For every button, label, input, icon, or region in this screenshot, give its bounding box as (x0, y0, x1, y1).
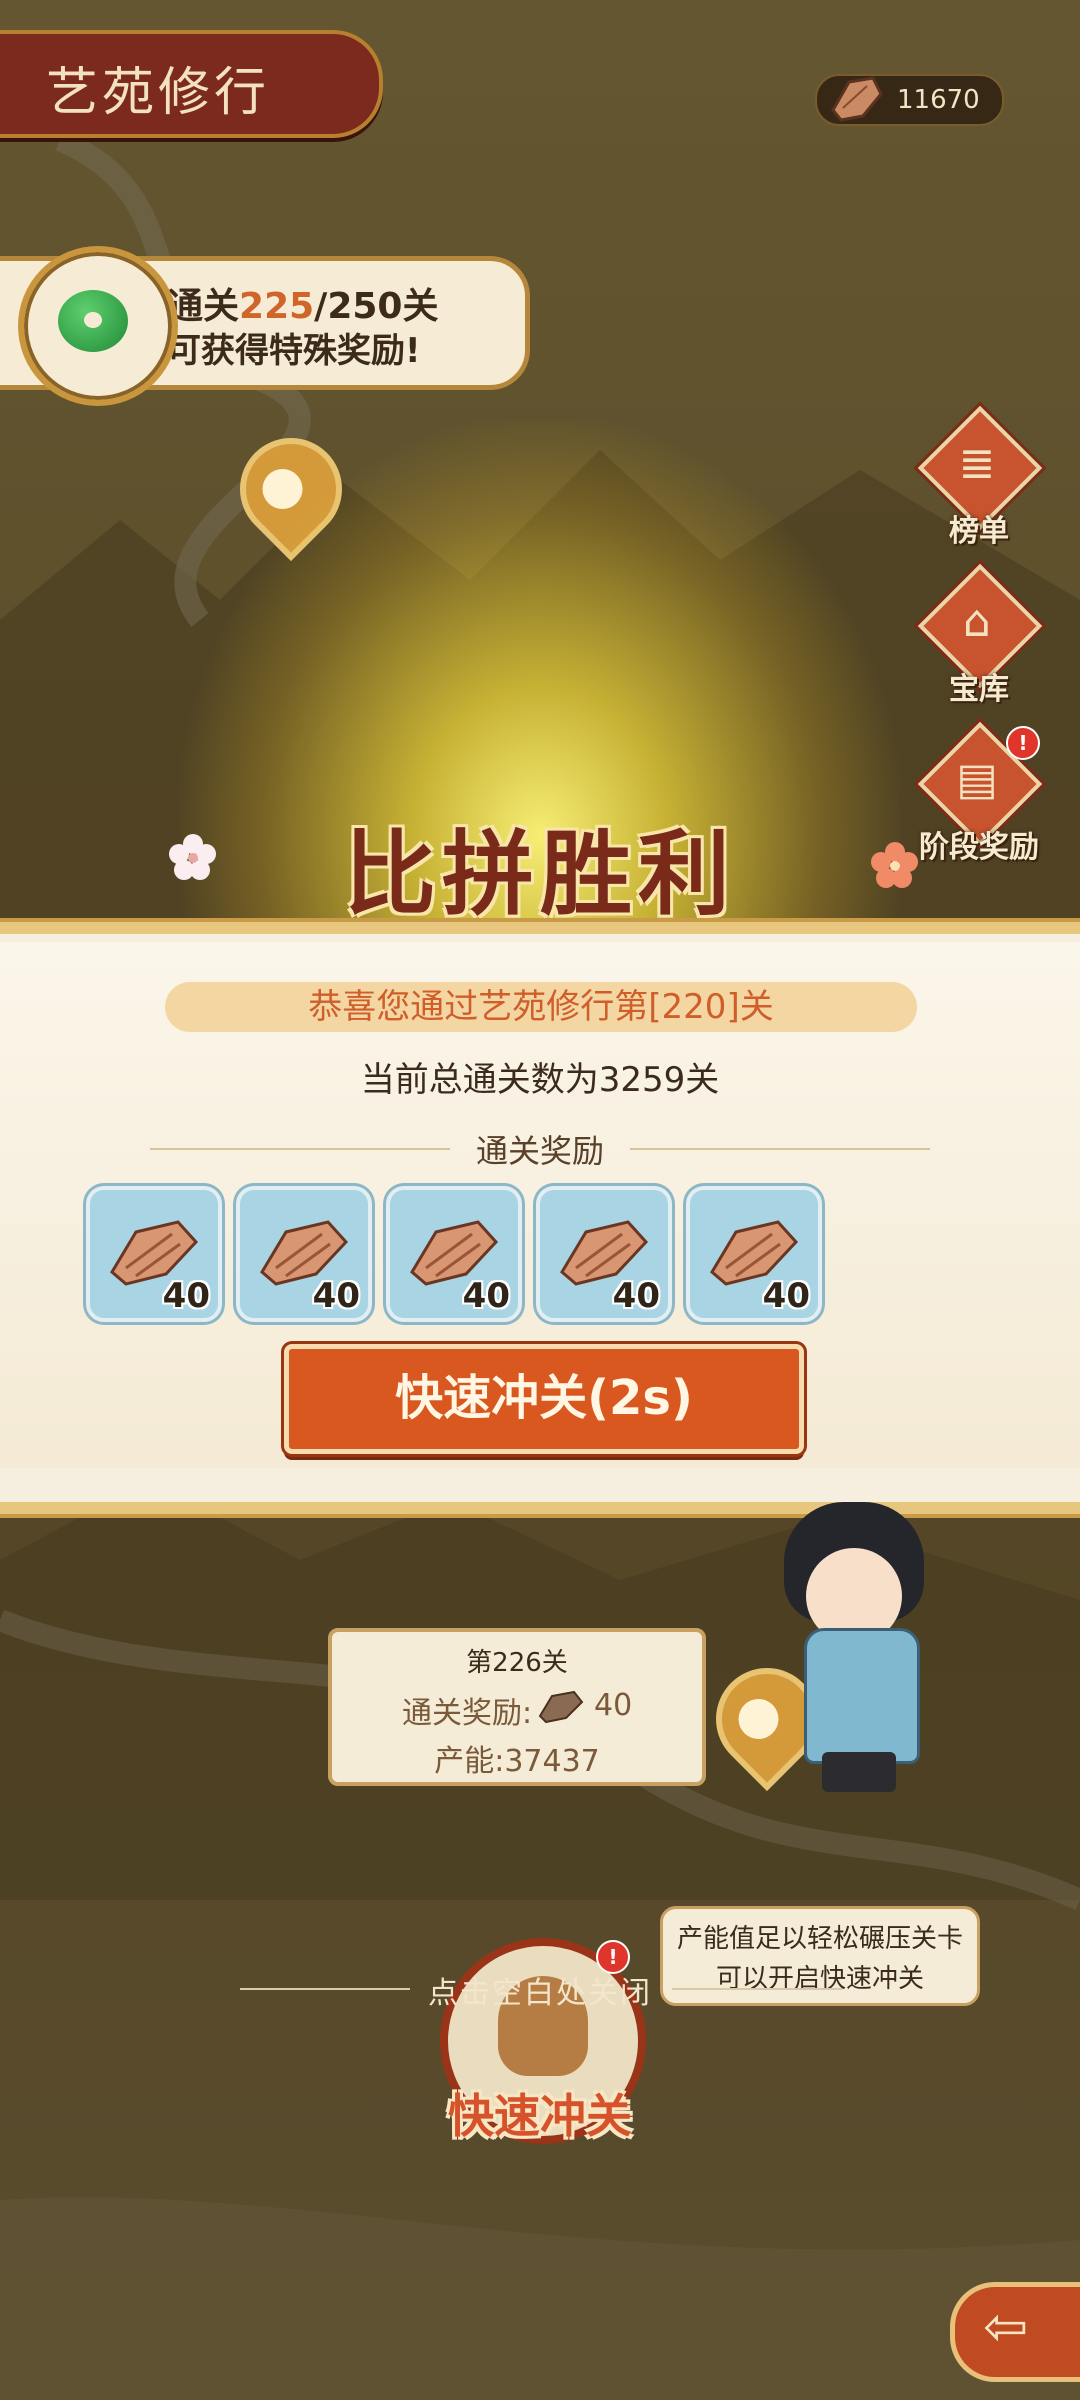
quick-rush-label: 快速冲关 (448, 2089, 632, 2143)
character-legs (822, 1752, 896, 1792)
level-reward-label: 通关奖励: (402, 1696, 533, 1731)
reward-item[interactable]: 40 (386, 1186, 522, 1322)
hint-line-1: 产能值足以轻松碾压关卡 (676, 1924, 963, 1954)
quick-rush-button[interactable]: 快速冲关(2s) (284, 1344, 804, 1454)
page-title: 艺苑修行 (46, 63, 271, 123)
reward-item[interactable]: 40 (86, 1186, 222, 1322)
next-level-card[interactable]: 第226关 通关奖励: 40 产能:37437 (328, 1628, 706, 1786)
congrats-message: 恭喜您通过艺苑修行第[220]关 (165, 982, 917, 1032)
currency-display: 11670 (815, 74, 1004, 126)
treasury-button[interactable]: ⌂ 宝库 (917, 563, 1043, 707)
jade-coin-icon (18, 246, 178, 406)
reward-count: 40 (312, 1276, 360, 1316)
level-number: 第226关 (466, 1648, 568, 1678)
victory-title: 比拼胜利 (343, 820, 736, 928)
character-body (804, 1628, 920, 1764)
rewards-title: 通关奖励 (475, 1132, 604, 1170)
goal-progress-text: 通关225/250关 (167, 286, 439, 327)
title-underline (130, 126, 330, 134)
goal-reward-text: 可获得特殊奖励! (167, 331, 421, 371)
title-banner: 艺苑修行 (0, 30, 383, 138)
total-cleared-text: 当前总通关数为3259关 (360, 1060, 720, 1100)
treasury-house-icon: ⌂ (963, 596, 991, 647)
reward-item[interactable]: 40 (236, 1186, 372, 1322)
reward-count: 40 (162, 1276, 210, 1316)
ranking-scroll-icon: ≣ (958, 438, 996, 489)
reward-count: 40 (762, 1276, 810, 1316)
currency-value: 11670 (897, 85, 980, 115)
reward-count: 40 (462, 1276, 510, 1316)
goal-current: 225 (239, 286, 315, 327)
back-button[interactable]: ⇦ (950, 2282, 1080, 2382)
reward-item[interactable]: 40 (536, 1186, 672, 1322)
level-capacity: 产能:37437 (434, 1744, 600, 1779)
reward-count: 40 (612, 1276, 660, 1316)
wood-material-icon (831, 76, 883, 122)
reward-item[interactable]: 40 (686, 1186, 822, 1322)
level-reward-value: 40 (594, 1688, 633, 1723)
back-arrow-icon: ⇦ (983, 2295, 1029, 2358)
ranking-button[interactable]: ≣ 榜单 (917, 405, 1043, 549)
tap-to-close-hint: 点击空白处关闭 (428, 1976, 652, 2011)
notification-badge: ! (1006, 726, 1040, 760)
wood-material-icon (538, 1690, 584, 1724)
